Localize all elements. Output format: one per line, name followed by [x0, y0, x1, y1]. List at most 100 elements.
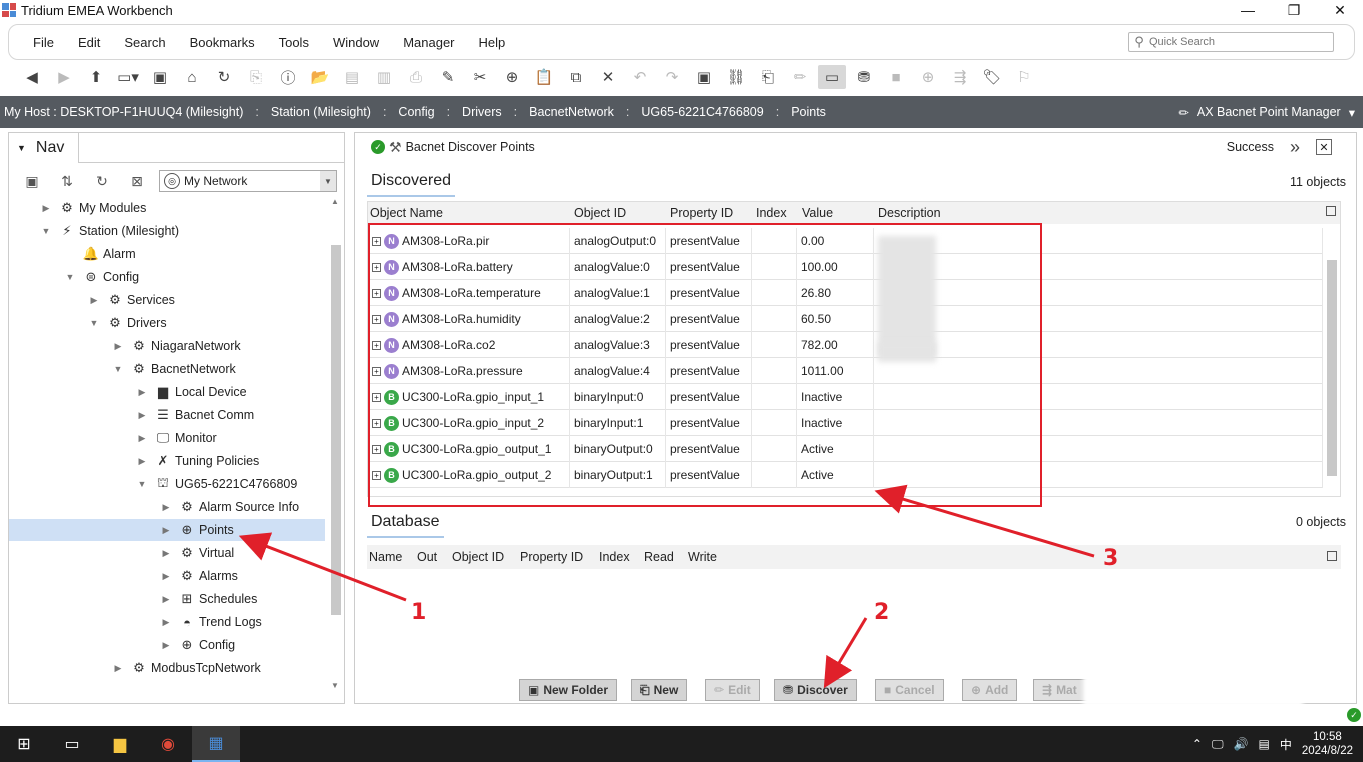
- tree-item-tuning-policies[interactable]: ▶ ✗ Tuning Policies: [135, 450, 260, 472]
- menu-window[interactable]: Window: [321, 35, 391, 50]
- chevron-up-icon[interactable]: ⌃: [1192, 737, 1202, 751]
- tree-item-modbustcpnetwork[interactable]: ▶ ⚙ ModbusTcpNetwork: [111, 657, 261, 679]
- refresh-icon[interactable]: ↻: [87, 170, 117, 192]
- collapse-icon[interactable]: ▼: [39, 226, 53, 236]
- link-icon[interactable]: ⛓: [722, 65, 750, 89]
- col-out[interactable]: Out: [417, 550, 437, 564]
- menu-bookmarks[interactable]: Bookmarks: [178, 35, 267, 50]
- tree-item-points[interactable]: ▶ ⊕ Points: [9, 519, 325, 541]
- network-icon[interactable]: 🖵: [1212, 737, 1224, 752]
- close-icon[interactable]: ✕: [1316, 139, 1332, 155]
- col-read[interactable]: Read: [644, 550, 674, 564]
- delete-icon[interactable]: ✕: [594, 65, 622, 89]
- collapse-icon[interactable]: ▼: [87, 318, 101, 328]
- maximize-button[interactable]: ❐: [1271, 0, 1317, 20]
- expand-icon[interactable]: ▶: [135, 410, 149, 421]
- menu-search[interactable]: Search: [112, 35, 177, 50]
- database-tab[interactable]: Database: [367, 508, 444, 538]
- quick-search[interactable]: ⚲: [1128, 32, 1334, 52]
- crumb-drivers[interactable]: Drivers: [458, 105, 506, 119]
- expand-icon[interactable]: ▶: [135, 456, 149, 467]
- edit-button[interactable]: ✏ Edit: [705, 679, 760, 701]
- tree-item-bacnet-comm[interactable]: ▶ ☰ Bacnet Comm: [135, 404, 255, 426]
- crumb-station[interactable]: Station (Milesight): [267, 105, 375, 119]
- expand-icon[interactable]: ▶: [135, 387, 149, 398]
- column-chooser-icon[interactable]: [1327, 551, 1337, 561]
- tree-item-config[interactable]: ▶ ⊕ Config: [159, 634, 236, 656]
- home-icon[interactable]: ⌂: [178, 65, 206, 89]
- edit-doc-icon[interactable]: ✎: [434, 65, 462, 89]
- add-icon[interactable]: ⊕: [914, 65, 942, 89]
- cancel-button[interactable]: ■ Cancel: [875, 679, 944, 701]
- add-button[interactable]: ⊕ Add: [962, 679, 1018, 701]
- tree-item-bacnetnetwork[interactable]: ▼ ⚙ BacnetNetwork: [111, 358, 236, 380]
- expand-icon[interactable]: ▶: [111, 341, 125, 352]
- stop-icon[interactable]: ■: [882, 65, 910, 89]
- table-view-icon[interactable]: ▭: [818, 65, 846, 89]
- tree-item-alarms[interactable]: ▶ ⚙ Alarms: [159, 565, 238, 587]
- new-folder-icon[interactable]: ▣: [690, 65, 718, 89]
- workbench-icon[interactable]: ▦: [192, 726, 240, 762]
- pencil-icon[interactable]: ✏: [786, 65, 814, 89]
- menu-edit[interactable]: Edit: [66, 35, 112, 50]
- menu-tools[interactable]: Tools: [267, 35, 321, 50]
- crumb-host[interactable]: My Host : DESKTOP-F1HUUQ4 (Milesight): [0, 105, 247, 119]
- tree-item-station-milesight-[interactable]: ▼ ⚡ Station (Milesight): [39, 220, 180, 242]
- export-icon[interactable]: ⎙: [402, 65, 430, 89]
- new-button[interactable]: ⎗ New: [631, 679, 688, 701]
- task-view-icon[interactable]: ▭: [48, 726, 96, 762]
- expand-icon[interactable]: ▶: [159, 502, 173, 513]
- sync-icon[interactable]: ⇅: [52, 170, 82, 192]
- job-details-icon[interactable]: »: [1290, 137, 1300, 158]
- col-name[interactable]: Name: [369, 550, 402, 564]
- collapse-icon[interactable]: ▼: [17, 143, 26, 153]
- col-index[interactable]: Index: [756, 206, 787, 220]
- close-icon[interactable]: ⊠: [122, 170, 152, 192]
- column-chooser-icon[interactable]: [1326, 206, 1336, 216]
- scroll-down-icon[interactable]: ▼: [331, 681, 339, 690]
- paste-icon[interactable]: 📋: [530, 65, 558, 89]
- col-value[interactable]: Value: [802, 206, 833, 220]
- expand-icon[interactable]: ▶: [159, 617, 173, 628]
- tree-item-services[interactable]: ▶ ⚙ Services: [87, 289, 175, 311]
- discovered-tab[interactable]: Discovered: [367, 167, 456, 197]
- up-level-icon[interactable]: ⬆: [82, 65, 110, 89]
- col-object-id[interactable]: Object ID: [452, 550, 504, 564]
- col-write[interactable]: Write: [688, 550, 717, 564]
- tree-item-my-modules[interactable]: ▶ ⚙ My Modules: [39, 197, 147, 219]
- menu-help[interactable]: Help: [467, 35, 518, 50]
- side-bar-icon[interactable]: ▭▾: [114, 65, 142, 89]
- scrollbar-thumb[interactable]: [1327, 260, 1337, 476]
- open-icon[interactable]: 📂: [306, 65, 334, 89]
- col-index[interactable]: Index: [599, 550, 630, 564]
- duplicate-icon[interactable]: ⧉: [562, 65, 590, 89]
- col-object-id[interactable]: Object ID: [574, 206, 626, 220]
- back-icon[interactable]: ◀: [18, 65, 46, 89]
- tree-item-drivers[interactable]: ▼ ⚙ Drivers: [87, 312, 167, 334]
- collapse-icon[interactable]: ▼: [135, 479, 149, 489]
- info-icon[interactable]: ⓘ: [274, 65, 302, 89]
- expand-icon[interactable]: ▶: [159, 525, 173, 536]
- view-selector[interactable]: ✏ AX Bacnet Point Manager ▾: [1178, 96, 1355, 128]
- tag-icon[interactable]: 🏷: [978, 65, 1006, 89]
- crumb-device[interactable]: UG65-6221C4766809: [637, 105, 767, 119]
- menu-file[interactable]: File: [21, 35, 66, 50]
- new-folder-button[interactable]: ▣ New Folder: [519, 679, 618, 701]
- file-explorer-icon[interactable]: ▆: [96, 726, 144, 762]
- copy-icon[interactable]: ⊕: [498, 65, 526, 89]
- discover-button[interactable]: ⛃ Discover: [774, 679, 857, 701]
- expand-icon[interactable]: ▶: [135, 433, 149, 444]
- start-icon[interactable]: ⊞: [0, 726, 48, 762]
- tree-item-local-device[interactable]: ▶ ▆ Local Device: [135, 381, 247, 403]
- expand-icon[interactable]: ▶: [159, 571, 173, 582]
- tree-item-schedules[interactable]: ▶ ⊞ Schedules: [159, 588, 258, 610]
- tree-item-monitor[interactable]: ▶ 🖵 Monitor: [135, 427, 217, 449]
- tree-item-alarm-source-info[interactable]: ▶ ⚙ Alarm Source Info: [159, 496, 300, 518]
- clock[interactable]: 10:58 2024/8/22: [1302, 730, 1353, 758]
- collapse-icon[interactable]: ▼: [63, 272, 77, 282]
- chevron-down-icon[interactable]: ▼: [320, 171, 336, 191]
- save-icon[interactable]: ▤: [338, 65, 366, 89]
- col-property-id[interactable]: Property ID: [670, 206, 733, 220]
- tree-item-niagaranetwork[interactable]: ▶ ⚙ NiagaraNetwork: [111, 335, 241, 357]
- scroll-up-icon[interactable]: ▲: [331, 197, 339, 206]
